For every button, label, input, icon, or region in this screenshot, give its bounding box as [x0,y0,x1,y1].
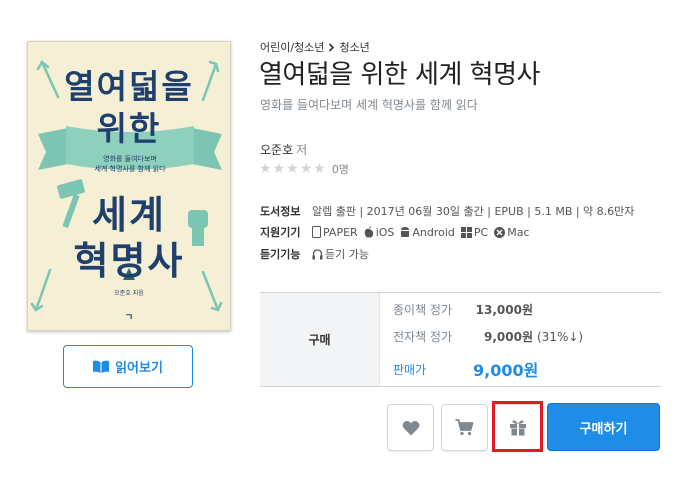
breadcrumb: 어린이/청소년 청소년 [260,39,370,55]
book-open-icon [93,360,110,373]
device-label: PC [473,225,489,239]
cover-subtitle: 영화를 들여다보며 세계 혁명사를 함께 읽다 [80,154,180,174]
cover-subtitle-line: 세계 혁명사를 함께 읽다 [94,165,166,173]
cart-button[interactable] [441,404,488,451]
book-info-row: 도서정보 알렙 출판 | 2017년 06월 30일 출간 | EPUB | 5… [260,203,634,219]
cover-author: 오준호 지음 [114,290,144,297]
sale-price-value: 9,000원 [473,361,539,380]
device-mac: Mac [494,225,530,239]
highlight-box [492,401,543,452]
heart-icon [402,420,419,435]
paper-price-value: 13,000원 [475,303,533,317]
cover-publisher-logo: ㄱ [124,313,134,323]
devices-label: 지원기기 [260,226,301,239]
device-label: Android [412,225,455,239]
cover-title-line: 위한 [96,109,162,148]
paper-price-row: 종이책 정가 13,000원 [393,301,533,318]
book-info-label: 도서정보 [260,205,301,218]
device-android: Android [400,226,455,239]
author-info: 오준호 저 [260,141,307,158]
preview-button[interactable]: 읽어보기 [63,345,193,388]
book-cover[interactable]: 열여덟을 위한 영화를 들여다보며 세계 혁명사를 함께 읽다 세계 혁명사 오… [27,41,231,331]
buy-button[interactable]: 구매하기 [547,403,660,451]
ebook-price-value: 9,000원 [484,330,533,344]
tts-row: 듣기기능 듣기 가능 [260,246,375,262]
rating-count: 0명 [331,163,349,176]
device-ios: iOS [364,225,395,239]
device-label: iOS [375,225,395,239]
rating: ★ ★ ★ ★ ★ 0명 [259,161,349,177]
star-icon: ★ [299,161,313,177]
paper-icon [312,226,321,238]
price-header: 구매 [260,293,380,386]
star-icon: ★ [286,161,299,177]
preview-button-label: 읽어보기 [115,361,163,376]
author-name[interactable]: 오준호 [260,143,293,157]
book-title: 열여덟을 위한 세계 혁명사 [259,60,540,90]
book-subtitle: 영화를 들여다보며 세계 혁명사를 함께 읽다 [260,98,478,112]
mac-icon [494,226,506,238]
tts-label: 듣기기능 [260,248,301,261]
author-role: 저 [296,143,308,157]
ebook-price-row: 전자책 정가 9,000원 (31%↓) [393,328,583,345]
star-icon: ★ [272,161,286,177]
tts-value: 듣기 가능 [312,246,369,262]
ebook-price-label: 전자책 정가 [393,330,453,344]
apple-icon [364,226,373,238]
android-icon [401,227,410,237]
sale-price-label: 판매가 [393,362,427,377]
paper-price-label: 종이책 정가 [393,303,453,317]
sale-price-row: 판매가 9,000원 [393,357,539,381]
breadcrumb-current[interactable]: 청소년 [339,39,369,55]
chevron-right-icon [329,42,335,52]
devices-row: 지원기기 PAPER iOS Android PC Mac [260,224,536,240]
windows-icon [460,226,472,238]
cart-icon [455,419,474,436]
device-label: Mac [507,225,530,239]
device-pc: PC [460,225,489,239]
ebook-discount: (31%↓) [537,329,584,344]
star-icon: ★ [313,161,326,177]
device-paper: PAPER [312,226,358,239]
book-info-value: 알렙 출판 | 2017년 06월 30일 출간 | EPUB | 5.1 MB… [312,205,635,218]
device-label: PAPER [323,225,358,239]
star-icon: ★ [259,161,272,177]
cover-title-line: 열여덟을 [64,67,194,106]
breadcrumb-parent[interactable]: 어린이/청소년 [260,39,324,55]
tts-value-label: 듣기 가능 [325,248,369,261]
cover-title-line: 혁명사 [73,239,185,283]
wishlist-button[interactable] [387,404,434,451]
cover-subtitle-line: 영화를 들여다보며 [103,155,157,163]
price-table: 구매 종이책 정가 13,000원 전자책 정가 9,000원 (31%↓) 판… [260,292,661,387]
headphones-icon [312,248,323,259]
